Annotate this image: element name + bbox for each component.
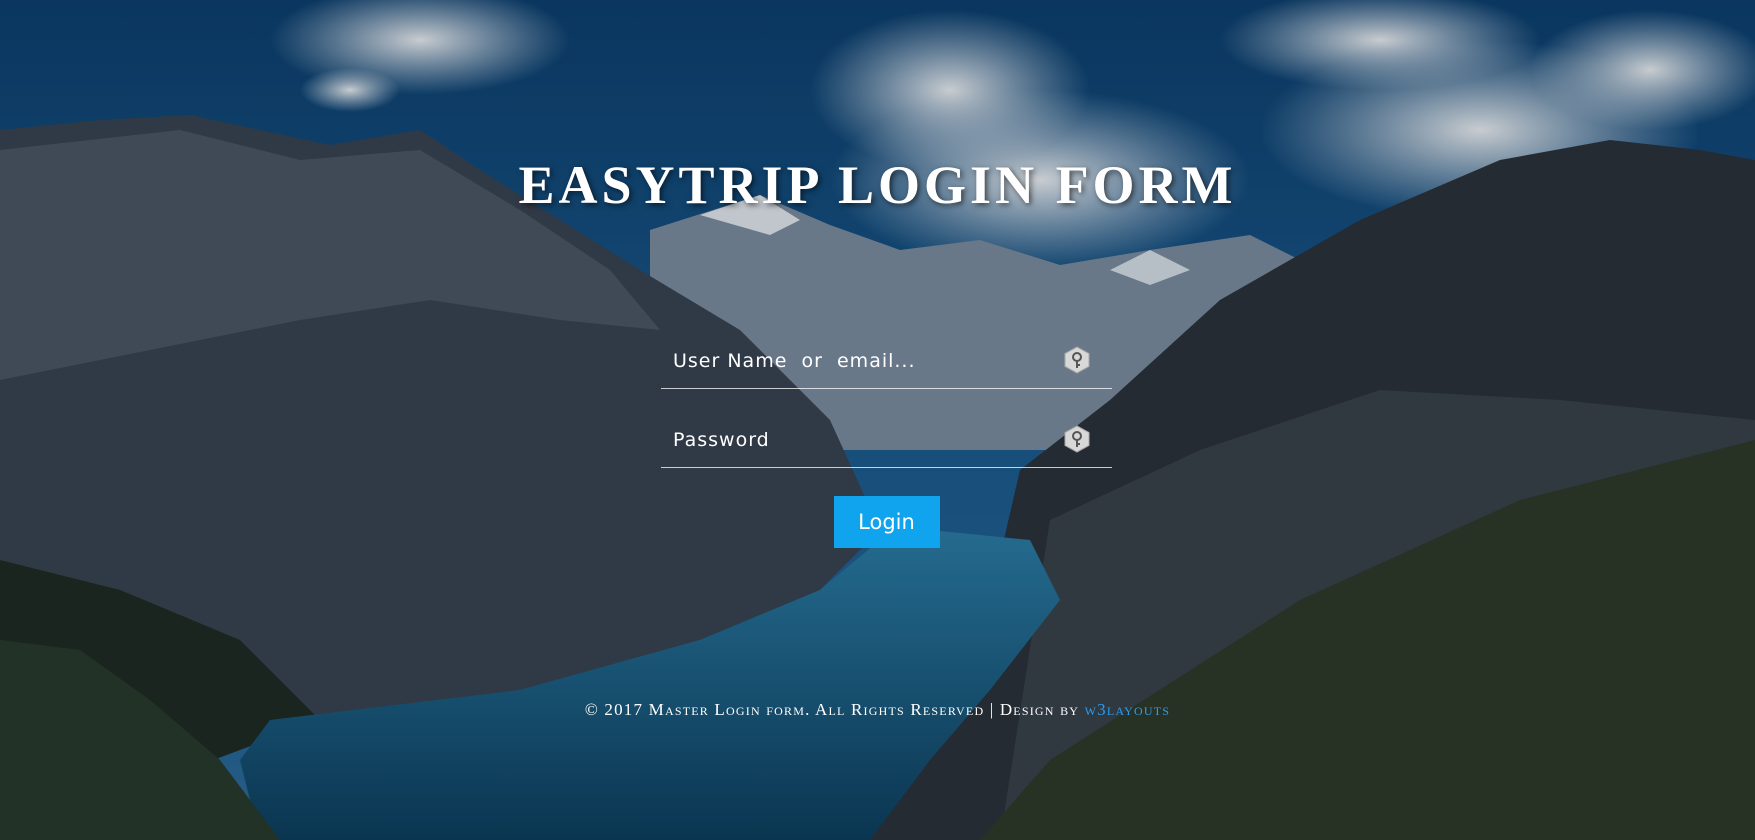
password-input[interactable] xyxy=(661,417,1075,463)
page-title: EASYTRIP LOGIN FORM xyxy=(518,155,1237,216)
password-field-group xyxy=(661,417,1112,468)
key-icon xyxy=(1064,425,1090,453)
login-button[interactable]: Login xyxy=(833,496,940,548)
key-icon xyxy=(1064,346,1090,374)
footer: © 2017 Master Login form. All Rights Res… xyxy=(0,700,1755,720)
username-input[interactable] xyxy=(661,338,1075,384)
username-field-group xyxy=(661,338,1112,389)
login-form: Login xyxy=(661,338,1112,548)
footer-link[interactable]: w3layouts xyxy=(1085,700,1171,719)
login-page: EASYTRIP LOGIN FORM Login © 2017 xyxy=(0,0,1755,840)
login-button-wrap: Login xyxy=(661,496,1112,548)
footer-text: © 2017 Master Login form. All Rights Res… xyxy=(584,700,1080,719)
